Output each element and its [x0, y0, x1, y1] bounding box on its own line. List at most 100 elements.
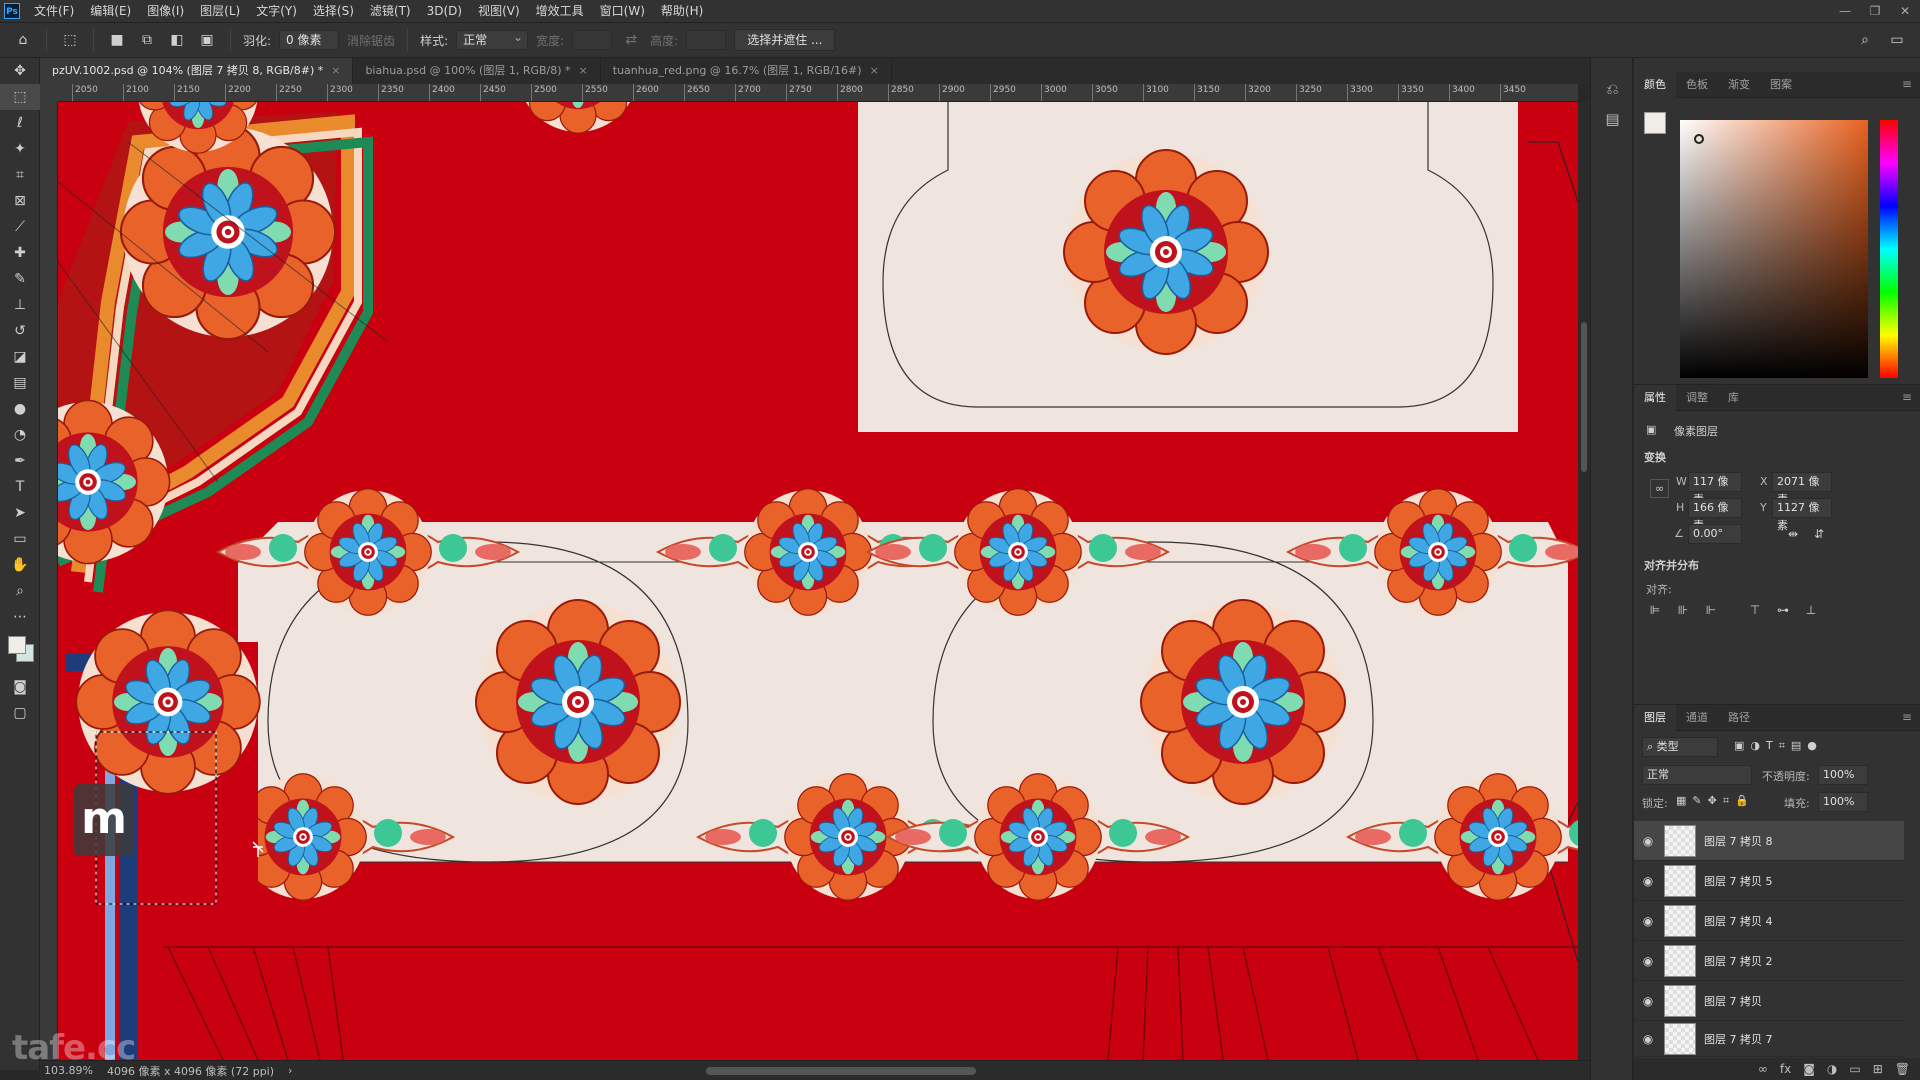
close-tab-icon[interactable]: ×: [579, 64, 588, 77]
align-center-h-icon[interactable]: ⊪: [1674, 601, 1692, 619]
menu-layer[interactable]: 图层(L): [192, 0, 248, 22]
opacity-field[interactable]: 100%: [1818, 765, 1868, 785]
home-icon[interactable]: ⌂: [12, 29, 34, 51]
doc-tab-pzuv[interactable]: pzUV.1002.psd @ 104% (图层 7 拷贝 8, RGB/8#)…: [40, 58, 354, 84]
add-selection-icon[interactable]: ⧉: [136, 29, 158, 51]
tab-layers[interactable]: 图层: [1634, 704, 1676, 731]
gradient-tool-icon[interactable]: ▤: [0, 370, 40, 396]
menu-image[interactable]: 图像(I): [139, 0, 192, 22]
layer-name[interactable]: 图层 7 拷贝 4: [1704, 913, 1773, 929]
flip-horizontal-icon[interactable]: ⇹: [1784, 525, 1802, 543]
crop-tool-icon[interactable]: ⌗: [0, 162, 40, 188]
canvas-artwork[interactable]: [58, 102, 1578, 1060]
tab-patterns[interactable]: 图案: [1760, 72, 1802, 98]
align-bottom-icon[interactable]: ⊥: [1802, 601, 1820, 619]
path-selection-tool-icon[interactable]: ➤: [0, 500, 40, 526]
hue-slider[interactable]: [1880, 120, 1898, 378]
color-picker-field[interactable]: [1680, 120, 1868, 378]
panel-foreground-swatch[interactable]: [1644, 112, 1666, 134]
menu-filter[interactable]: 滤镜(T): [362, 0, 419, 22]
vertical-ruler[interactable]: [40, 102, 58, 1060]
new-layer-icon[interactable]: ⊞: [1873, 1062, 1883, 1076]
search-icon[interactable]: ⌕: [1854, 29, 1876, 51]
menu-type[interactable]: 文字(Y): [248, 0, 305, 22]
ruler-corner[interactable]: [40, 84, 58, 102]
zoom-tool-icon[interactable]: ⌕: [0, 578, 40, 604]
healing-brush-tool-icon[interactable]: ✚: [0, 240, 40, 266]
close-window-button[interactable]: ✕: [1890, 4, 1920, 18]
clone-stamp-tool-icon[interactable]: ⊥: [0, 292, 40, 318]
align-left-icon[interactable]: ⊫: [1646, 601, 1664, 619]
layer-row[interactable]: ◉ 图层 7 拷贝 5: [1634, 861, 1904, 901]
dodge-tool-icon[interactable]: ◔: [0, 422, 40, 448]
menu-window[interactable]: 窗口(W): [592, 0, 653, 22]
eraser-tool-icon[interactable]: ◪: [0, 344, 40, 370]
add-mask-icon[interactable]: ◙: [1803, 1062, 1815, 1076]
panel-menu-icon[interactable]: ≡: [1902, 390, 1912, 404]
close-tab-icon[interactable]: ×: [331, 64, 340, 77]
layer-name[interactable]: 图层 7 拷贝 7: [1704, 1031, 1773, 1047]
close-tab-icon[interactable]: ×: [870, 64, 879, 77]
menu-plugins[interactable]: 增效工具: [528, 0, 592, 22]
swap-icon[interactable]: ⇄: [620, 29, 642, 51]
new-group-icon[interactable]: ▭: [1849, 1062, 1860, 1076]
intersect-selection-icon[interactable]: ▣: [196, 29, 218, 51]
layer-row[interactable]: ◉ 图层 7 拷贝 4: [1634, 901, 1904, 941]
angle-field[interactable]: 0.00°: [1688, 524, 1742, 544]
blur-tool-icon[interactable]: ●: [0, 396, 40, 422]
pen-tool-icon[interactable]: ✒: [0, 448, 40, 474]
menu-view[interactable]: 视图(V): [470, 0, 528, 22]
visibility-eye-icon[interactable]: ◉: [1634, 1032, 1662, 1046]
link-layers-icon[interactable]: ∞: [1758, 1062, 1768, 1076]
rectangular-marquee-tool-icon[interactable]: ⬚: [0, 84, 40, 110]
new-selection-icon[interactable]: ■: [106, 29, 128, 51]
layer-filter-icons[interactable]: ▣◑T⌗▤●: [1734, 739, 1823, 753]
tab-paths[interactable]: 路径: [1718, 705, 1760, 731]
layer-row[interactable]: ◉ 图层 7 拷贝 2: [1634, 941, 1904, 981]
tab-swatches[interactable]: 色板: [1676, 72, 1718, 98]
tab-properties[interactable]: 属性: [1634, 384, 1676, 411]
width-field[interactable]: 117 像素: [1688, 472, 1742, 506]
menu-file[interactable]: 文件(F): [26, 0, 82, 22]
history-panel-icon[interactable]: ⎌: [1591, 74, 1634, 104]
color-picker-handle[interactable]: [1694, 134, 1704, 144]
fill-field[interactable]: 100%: [1818, 792, 1868, 812]
type-tool-icon[interactable]: T: [0, 474, 40, 500]
height-field[interactable]: 166 像素: [1688, 498, 1742, 532]
horizontal-scrollbar[interactable]: [706, 1066, 977, 1075]
link-icon[interactable]: ∞: [1650, 479, 1670, 498]
lasso-tool-icon[interactable]: ℓ: [0, 110, 40, 136]
lock-icons[interactable]: ▦✎✥⌗🔒: [1676, 794, 1755, 808]
foreground-color-swatch[interactable]: [8, 636, 26, 654]
style-select[interactable]: 正常: [456, 28, 529, 50]
tab-adjustments[interactable]: 调整: [1676, 385, 1718, 411]
tab-channels[interactable]: 通道: [1676, 705, 1718, 731]
y-field[interactable]: 1127 像素: [1772, 498, 1832, 532]
x-field[interactable]: 2071 像素: [1772, 472, 1832, 506]
minimize-button[interactable]: —: [1830, 4, 1860, 18]
quick-mask-icon[interactable]: ◙: [0, 674, 40, 700]
flip-vertical-icon[interactable]: ⇵: [1810, 525, 1828, 543]
width-input[interactable]: [572, 30, 613, 50]
layer-row[interactable]: ◉ 图层 7 拷贝: [1634, 981, 1904, 1021]
panel-menu-icon[interactable]: ≡: [1902, 77, 1912, 91]
brush-tool-icon[interactable]: ✎: [0, 266, 40, 292]
doc-tab-biahua[interactable]: biahua.psd @ 100% (图层 1, RGB/8) * ×: [353, 58, 601, 84]
tab-gradients[interactable]: 渐变: [1718, 72, 1760, 98]
layer-name[interactable]: 图层 7 拷贝 5: [1704, 873, 1773, 889]
horizontal-ruler[interactable]: 2050 2100 2150 2200 2250 2300 2350 2400 2450 2500…: [58, 84, 1578, 102]
vertical-scrollbar[interactable]: [1578, 102, 1590, 1060]
transform-section-title[interactable]: 变换: [1644, 449, 1666, 465]
menu-select[interactable]: 选择(S): [305, 0, 362, 22]
blend-mode-select[interactable]: 正常: [1642, 765, 1752, 785]
document-canvas[interactable]: [58, 102, 1578, 1060]
frame-tool-icon[interactable]: ⊠: [0, 188, 40, 214]
layer-name[interactable]: 图层 7 拷贝 8: [1704, 833, 1773, 849]
layer-style-icon[interactable]: fx: [1780, 1062, 1791, 1076]
layer-name[interactable]: 图层 7 拷贝: [1704, 993, 1762, 1009]
height-input[interactable]: [686, 30, 727, 50]
align-middle-v-icon[interactable]: ⊶: [1774, 601, 1792, 619]
eyedropper-tool-icon[interactable]: ⟋: [0, 214, 40, 240]
layer-name[interactable]: 图层 7 拷贝 2: [1704, 953, 1773, 969]
visibility-eye-icon[interactable]: ◉: [1634, 994, 1662, 1008]
